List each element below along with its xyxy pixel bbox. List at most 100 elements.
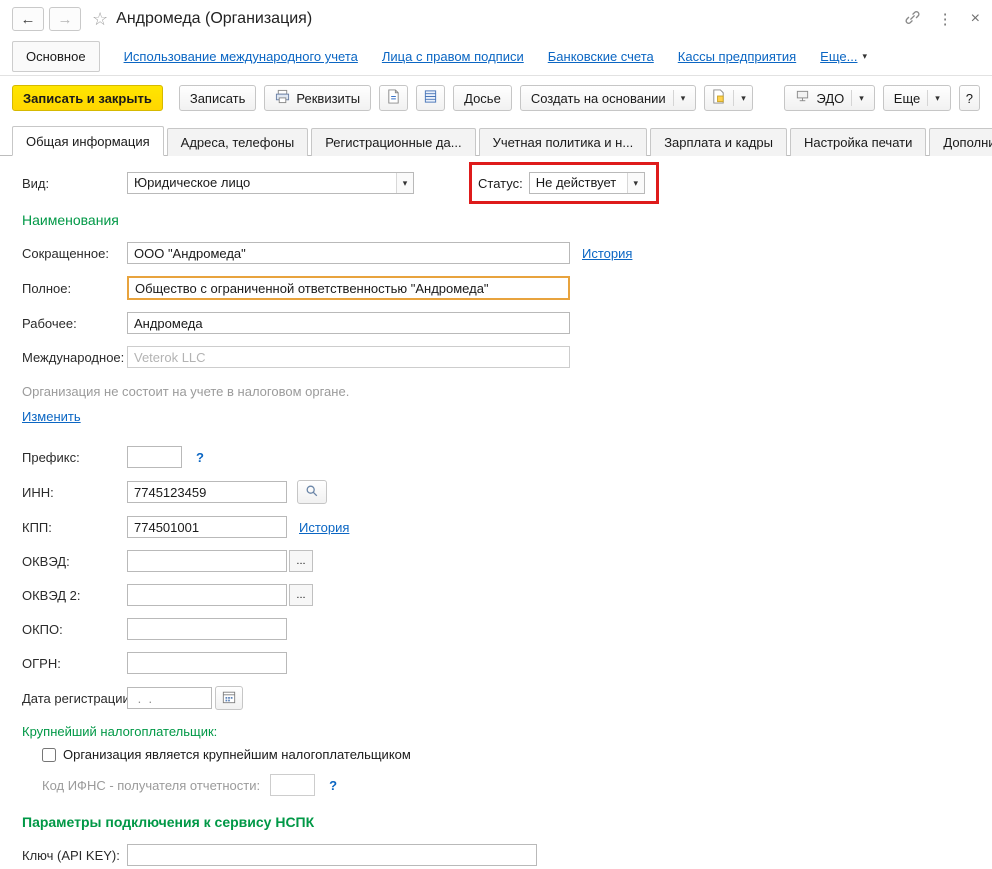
short-name-label: Сокращенное:: [22, 246, 127, 261]
save-and-close-button[interactable]: Записать и закрыть: [12, 85, 163, 111]
tab-registration-data[interactable]: Регистрационные да...: [311, 128, 475, 156]
help-button[interactable]: ?: [959, 85, 980, 111]
more-label: Еще: [894, 91, 920, 106]
button-divider: [733, 90, 734, 106]
prefix-label: Префикс:: [22, 450, 127, 465]
back-button[interactable]: ←: [12, 7, 44, 31]
okved-input[interactable]: [127, 550, 287, 572]
create-based-on-button[interactable]: Создать на основании ▾: [520, 85, 696, 111]
full-name-input[interactable]: [127, 276, 570, 300]
ifns-code-row: Код ИФНС - получателя отчетности: ?: [42, 774, 992, 796]
short-name-row: Сокращенное: История: [22, 242, 992, 264]
international-name-input[interactable]: [127, 346, 570, 368]
short-name-history-link[interactable]: История: [582, 246, 632, 261]
calendar-button[interactable]: [215, 686, 243, 710]
forward-button[interactable]: →: [49, 7, 81, 31]
reports-dropdown-button[interactable]: ▾: [704, 85, 753, 111]
tab-accounting-policy[interactable]: Учетная политика и н...: [479, 128, 648, 156]
ogrn-row: ОГРН:: [22, 652, 992, 674]
prefix-input[interactable]: [127, 446, 182, 468]
kpp-history-link[interactable]: История: [299, 520, 349, 535]
fill-by-inn-button[interactable]: [297, 480, 327, 504]
nav-item-signatories[interactable]: Лица с правом подписи: [382, 49, 524, 64]
nav-item-international-accounting[interactable]: Использование международного учета: [124, 49, 358, 64]
kpp-row: КПП: История: [22, 516, 992, 538]
tab-addresses[interactable]: Адреса, телефоны: [167, 128, 309, 156]
okved2-input[interactable]: [127, 584, 287, 606]
prefix-help-icon[interactable]: ?: [196, 450, 204, 465]
edo-icon: [795, 89, 810, 107]
save-button[interactable]: Записать: [179, 85, 257, 111]
tab-print-settings[interactable]: Настройка печати: [790, 128, 926, 156]
okved-row: ОКВЭД: ...: [22, 550, 992, 572]
titlebar-actions: ⋮ ×: [905, 10, 980, 28]
ifns-help-icon[interactable]: ?: [329, 778, 337, 793]
nav-item-cash-desks[interactable]: Кассы предприятия: [678, 49, 796, 64]
requisites-button[interactable]: Реквизиты: [264, 85, 371, 111]
tab-salary-hr[interactable]: Зарплата и кадры: [650, 128, 787, 156]
working-name-label: Рабочее:: [22, 316, 127, 331]
get-link-icon[interactable]: [905, 10, 920, 28]
ifns-code-input[interactable]: [270, 774, 315, 796]
button-divider: [673, 90, 674, 106]
kpp-input[interactable]: [127, 516, 287, 538]
working-name-row: Рабочее:: [22, 312, 992, 334]
short-name-input[interactable]: [127, 242, 570, 264]
kebab-menu-icon[interactable]: ⋮: [938, 10, 953, 28]
status-group: Статус: Не действует ▾: [478, 172, 645, 194]
ifns-code-label: Код ИФНС - получателя отчетности:: [42, 778, 260, 793]
edo-button[interactable]: ЭДО ▾: [784, 85, 874, 111]
okved-choose-button[interactable]: ...: [289, 550, 313, 572]
change-link[interactable]: Изменить: [22, 409, 81, 424]
working-name-input[interactable]: [127, 312, 570, 334]
dossier-button[interactable]: Досье: [453, 85, 512, 111]
form-tabs: Общая информация Адреса, телефоны Регист…: [0, 126, 992, 156]
status-value: Не действует: [530, 173, 627, 193]
magnifier-icon: [305, 484, 319, 501]
registration-date-input[interactable]: [127, 687, 212, 709]
organization-card-window: ← → ☆ Андромеда (Организация) ⋮ × Основн…: [0, 0, 992, 869]
chevron-down-icon: ▾: [741, 94, 746, 103]
inn-input[interactable]: [127, 481, 287, 503]
edo-label: ЭДО: [816, 91, 844, 106]
ogrn-input[interactable]: [127, 652, 287, 674]
chevron-down-icon: ▾: [859, 94, 864, 103]
kind-row: Вид: Юридическое лицо ▾ Статус: Не дейст…: [22, 172, 992, 194]
okpo-label: ОКПО:: [22, 622, 127, 637]
requisites-label: Реквизиты: [296, 91, 360, 106]
api-key-input[interactable]: [127, 844, 537, 866]
list-view-button[interactable]: [416, 85, 445, 111]
attached-files-button[interactable]: [379, 85, 408, 111]
favorite-star-icon[interactable]: ☆: [92, 9, 108, 30]
kind-select[interactable]: Юридическое лицо ▾: [127, 172, 414, 194]
list-icon: [423, 89, 438, 107]
largest-taxpayer-checkbox[interactable]: [42, 748, 56, 762]
status-select[interactable]: Не действует ▾: [529, 172, 645, 194]
close-icon[interactable]: ×: [971, 10, 980, 28]
more-button[interactable]: Еще ▾: [883, 85, 951, 111]
kind-dropdown-button[interactable]: ▾: [396, 173, 413, 193]
tab-additional[interactable]: Дополнительно: [929, 128, 992, 156]
registration-date-label: Дата регистрации:: [22, 691, 127, 706]
document-star-icon: [711, 89, 726, 107]
okved-label: ОКВЭД:: [22, 554, 127, 569]
chevron-down-icon: ▾: [862, 52, 867, 61]
status-label: Статус:: [478, 176, 523, 191]
tax-registration-note: Организация не состоит на учете в налого…: [22, 384, 992, 399]
section-nav: Основное Использование международного уч…: [0, 38, 992, 76]
create-based-on-label: Создать на основании: [531, 91, 666, 106]
nav-item-bank-accounts[interactable]: Банковские счета: [548, 49, 654, 64]
international-name-row: Международное:: [22, 346, 992, 368]
nav-item-main[interactable]: Основное: [12, 41, 100, 72]
international-name-label: Международное:: [22, 350, 127, 365]
button-divider: [851, 90, 852, 106]
full-name-row: Полное:: [22, 276, 992, 300]
nav-item-more[interactable]: Еще... ▾: [820, 49, 867, 64]
tab-general-info[interactable]: Общая информация: [12, 126, 164, 156]
status-dropdown-button[interactable]: ▾: [627, 173, 644, 193]
chevron-down-icon: ▾: [403, 179, 408, 188]
button-divider: [927, 90, 928, 106]
forward-icon: →: [58, 11, 73, 28]
okpo-input[interactable]: [127, 618, 287, 640]
okved2-choose-button[interactable]: ...: [289, 584, 313, 606]
